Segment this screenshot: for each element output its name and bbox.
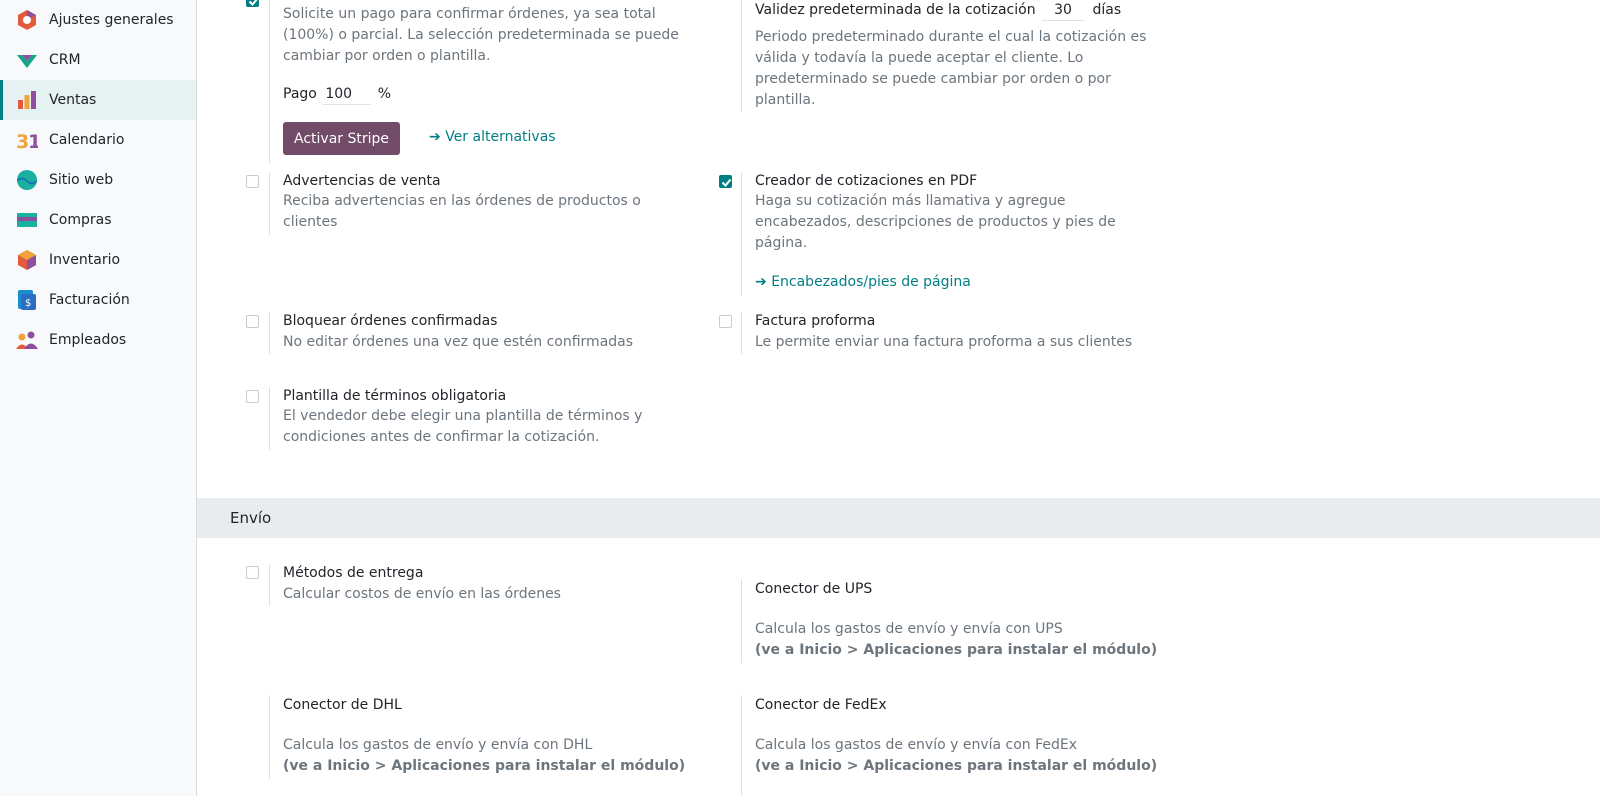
shipping-section-header: Envío	[197, 498, 1600, 538]
sidebar-item-label: Inventario	[49, 252, 121, 268]
svg-text:1: 1	[28, 131, 38, 151]
general-settings-icon	[18, 10, 36, 30]
sidebar-item-invoicing[interactable]: $ Facturación	[0, 280, 196, 320]
sidebar-item-sales[interactable]: Ventas	[0, 80, 196, 120]
sidebar-item-inventory[interactable]: Inventario	[0, 240, 196, 280]
dhl-connector-description: Calcula los gastos de envío y envía con …	[283, 737, 593, 753]
pdf-quote-builder-title: Creador de cotizaciones en PDF	[755, 173, 978, 189]
settings-main: Solicite un pago para confirmar órdenes,…	[197, 0, 1600, 796]
sale-warnings-description: Reciba advertencias en las órdenes de pr…	[283, 193, 641, 230]
setting-divider	[741, 0, 742, 112]
sidebar-item-label: Ajustes generales	[49, 12, 174, 28]
sidebar-item-label: Empleados	[49, 332, 127, 348]
payment-percent-input[interactable]: 100	[323, 84, 372, 105]
ups-install-note: (ve a Inicio > Aplicaciones para instala…	[755, 640, 1157, 661]
delivery-methods-description: Calcular costos de envío en las órdenes	[283, 586, 561, 602]
online-payment-description: Solicite un pago para confirmar órdenes,…	[283, 6, 679, 64]
pdf-quote-builder-description: Haga su cotización más llamativa y agreg…	[755, 193, 1116, 251]
fedex-install-note-text: (ve a Inicio > Aplicaciones para instala…	[755, 758, 1158, 774]
setting-divider	[741, 172, 742, 296]
quotation-validity-label: Validez predeterminada de la cotización	[755, 2, 1036, 18]
dhl-install-note: (ve a Inicio > Aplicaciones para instala…	[283, 756, 685, 777]
terms-template-description: El vendedor debe elegir una plantilla de…	[283, 408, 643, 445]
fedex-connector-title: Conector de FedEx	[755, 697, 887, 713]
arrow-right-icon: ➔	[429, 129, 446, 145]
arrow-right-icon: ➔	[755, 274, 772, 290]
sidebar-item-employees[interactable]: Empleados	[0, 320, 196, 360]
sale-warnings-checkbox[interactable]	[246, 175, 259, 188]
sidebar-item-general-settings[interactable]: Ajustes generales	[0, 0, 196, 40]
quotation-validity-row: Validez predeterminada de la cotización …	[755, 0, 1121, 21]
payment-label: Pago	[283, 86, 317, 102]
sidebar-item-website[interactable]: Sitio web	[0, 160, 196, 200]
shipping-section-title: Envío	[230, 509, 272, 527]
setting-divider	[741, 579, 742, 663]
purchase-icon	[17, 213, 37, 227]
sidebar-item-purchase[interactable]: Compras	[0, 200, 196, 240]
lock-orders-checkbox[interactable]	[246, 315, 259, 328]
proforma-invoice-checkbox[interactable]	[719, 315, 732, 328]
header-footer-label: Encabezados/pies de página	[771, 274, 971, 290]
delivery-methods-checkbox[interactable]	[246, 566, 259, 579]
pdf-quote-builder-checkbox[interactable]	[719, 175, 732, 188]
lock-orders-description: No editar órdenes una vez que estén conf…	[283, 334, 634, 350]
proforma-invoice-title: Factura proforma	[755, 313, 876, 329]
payment-percent-unit: %	[377, 86, 392, 102]
sidebar-item-crm[interactable]: CRM	[0, 40, 196, 80]
inventory-icon	[18, 250, 36, 270]
lock-orders-title: Bloquear órdenes confirmadas	[283, 313, 498, 329]
see-alternatives-link[interactable]: ➔ Ver alternativas	[429, 127, 556, 147]
setting-divider	[269, 564, 270, 606]
fedex-connector-description: Calcula los gastos de envío y envía con …	[755, 737, 1078, 753]
sidebar-item-label: Compras	[49, 212, 112, 228]
payment-amount-row: Pago 100 %	[283, 84, 391, 105]
employees-icon	[16, 331, 38, 349]
sale-warnings-title: Advertencias de venta	[283, 173, 441, 189]
calendar-icon: 3 1	[16, 131, 38, 151]
setting-divider	[269, 695, 270, 779]
sidebar-item-label: Calendario	[49, 132, 125, 148]
dhl-install-note-text: (ve a Inicio > Aplicaciones para instala…	[283, 758, 686, 774]
svg-text:$: $	[25, 298, 31, 309]
header-footer-link[interactable]: ➔ Encabezados/pies de página	[755, 272, 971, 292]
setting-divider	[741, 695, 742, 796]
terms-template-checkbox[interactable]	[246, 390, 259, 403]
dhl-connector-title: Conector de DHL	[283, 697, 402, 713]
setting-divider	[269, 172, 270, 235]
setting-divider	[269, 0, 270, 164]
proforma-invoice-description: Le permite enviar una factura proforma a…	[755, 334, 1133, 350]
settings-sidebar: Ajustes generales CRM Ventas 3 1 Calenda…	[0, 0, 197, 796]
sidebar-item-label: CRM	[49, 52, 81, 68]
setting-divider	[269, 387, 270, 450]
ups-connector-title: Conector de UPS	[755, 581, 873, 597]
sales-icon	[18, 91, 36, 109]
terms-template-title: Plantilla de términos obligatoria	[283, 388, 507, 404]
sidebar-item-label: Ventas	[49, 92, 97, 108]
see-alternatives-label: Ver alternativas	[445, 129, 556, 145]
invoicing-icon: $	[18, 290, 36, 310]
activate-stripe-button[interactable]: Activar Stripe	[283, 122, 400, 155]
crm-icon	[17, 55, 37, 68]
website-icon	[17, 170, 37, 190]
quotation-validity-input[interactable]: 30	[1042, 0, 1085, 21]
ups-connector-description: Calcula los gastos de envío y envía con …	[755, 621, 1063, 637]
fedex-install-note: (ve a Inicio > Aplicaciones para instala…	[755, 756, 1157, 777]
sidebar-item-label: Facturación	[49, 292, 130, 308]
setting-divider	[269, 312, 270, 354]
quotation-validity-description: Periodo predeterminado durante el cual l…	[755, 29, 1147, 108]
ups-install-note-text: (ve a Inicio > Aplicaciones para instala…	[755, 642, 1158, 658]
quotation-validity-unit: días	[1092, 2, 1122, 18]
sidebar-item-label: Sitio web	[49, 172, 114, 188]
online-payment-checkbox[interactable]	[246, 0, 259, 7]
delivery-methods-title: Métodos de entrega	[283, 565, 424, 581]
setting-divider	[741, 312, 742, 354]
sidebar-item-calendar[interactable]: 3 1 Calendario	[0, 120, 196, 160]
